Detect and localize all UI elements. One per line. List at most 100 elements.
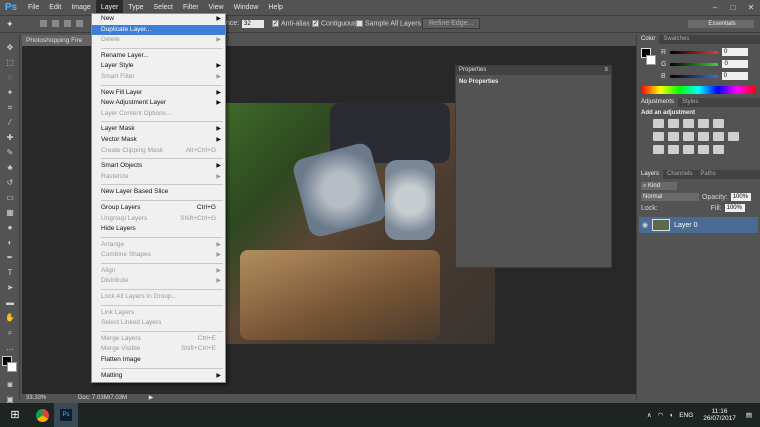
brush-tool-icon[interactable]: ✎ — [3, 146, 17, 159]
healing-tool-icon[interactable]: ✚ — [3, 131, 17, 144]
kind-filter-select[interactable]: ⌕ Kind — [641, 182, 677, 190]
black-white-icon[interactable] — [683, 132, 694, 141]
menu-item-smart-objects[interactable]: Smart Objects ▶ — [92, 161, 225, 172]
gradient-map-icon[interactable] — [698, 145, 709, 154]
menu-item-new[interactable]: New ▶ — [92, 14, 225, 25]
menu-item-new-layer-based-slice[interactable]: New Layer Based Slice — [92, 187, 225, 198]
layer-name[interactable]: Layer 0 — [674, 222, 697, 229]
hue-sat-icon[interactable] — [653, 132, 664, 141]
hand-tool-icon[interactable]: ✋ — [3, 311, 17, 324]
panel-menu-icon[interactable]: ≡ — [604, 66, 608, 75]
start-button[interactable]: ⊞ — [0, 403, 30, 427]
color-balance-icon[interactable] — [668, 132, 679, 141]
language-indicator[interactable]: ENG — [679, 412, 693, 419]
channel-value-input[interactable]: 0 — [721, 72, 748, 80]
sample-all-checkbox[interactable]: Sample All Layers — [356, 20, 421, 27]
channel-slider[interactable] — [669, 74, 718, 78]
magic-wand-tool-icon[interactable]: ✦ — [3, 86, 17, 99]
contiguous-checkbox[interactable]: ✓ Contiguous — [312, 20, 356, 27]
eyedropper-tool-icon[interactable]: ⁄ — [3, 116, 17, 129]
channel-slider[interactable] — [670, 50, 719, 54]
notifications-icon[interactable]: ▤ — [746, 411, 752, 419]
tab-adjustments[interactable]: Adjustments — [637, 98, 679, 107]
new-selection-icon[interactable] — [40, 20, 47, 27]
photo-filter-icon[interactable] — [698, 132, 709, 141]
tab-swatches[interactable]: Swatches — [659, 35, 693, 44]
menu-help[interactable]: Help — [264, 0, 288, 15]
color-lookup-icon[interactable] — [728, 132, 739, 141]
levels-icon[interactable] — [668, 119, 679, 128]
path-selection-tool-icon[interactable]: ➤ — [3, 281, 17, 294]
photoshop-taskbar-icon[interactable]: Ps — [54, 403, 78, 427]
invert-icon[interactable] — [653, 145, 664, 154]
channel-mixer-icon[interactable] — [713, 132, 724, 141]
close-button[interactable]: ✕ — [742, 0, 760, 15]
add-selection-icon[interactable] — [52, 20, 59, 27]
color-swatches[interactable] — [2, 356, 19, 378]
move-tool-icon[interactable]: ✥ — [3, 41, 17, 54]
document-tab[interactable]: Photoshopping Fire — [22, 35, 100, 46]
menu-item-matting[interactable]: Matting ▶ — [92, 371, 225, 382]
background-color[interactable] — [7, 362, 17, 372]
menu-item-layer-mask[interactable]: Layer Mask ▶ — [92, 124, 225, 135]
menu-item-vector-mask[interactable]: Vector Mask ▶ — [92, 135, 225, 146]
layer-row[interactable]: ◉ Layer 0 — [639, 217, 758, 233]
threshold-icon[interactable] — [683, 145, 694, 154]
quick-mask-icon[interactable]: ◙ — [3, 378, 17, 391]
marquee-tool-icon[interactable]: ⬚ — [3, 56, 17, 69]
curves-icon[interactable] — [683, 119, 694, 128]
channel-value-input[interactable]: 0 — [722, 60, 749, 68]
menu-file[interactable]: File — [23, 0, 44, 15]
menu-item-new-fill-layer[interactable]: New Fill Layer ▶ — [92, 88, 225, 99]
workspace-select[interactable]: Essentials — [688, 20, 754, 28]
eraser-tool-icon[interactable]: ▭ — [3, 191, 17, 204]
color-ramp[interactable] — [641, 86, 756, 94]
tab-channels[interactable]: Channels — [663, 170, 696, 179]
channel-value-input[interactable]: 0 — [722, 48, 749, 56]
menu-item-rename-layer[interactable]: Rename Layer... — [92, 51, 225, 62]
fill-input[interactable]: 100% — [724, 204, 745, 212]
stamp-tool-icon[interactable]: ♣ — [3, 161, 17, 174]
intersect-selection-icon[interactable] — [76, 20, 83, 27]
properties-tab[interactable]: Properties ≡ — [456, 66, 611, 75]
more-tools-icon[interactable]: … — [3, 341, 17, 354]
menu-item-duplicate-layer[interactable]: Duplicate Layer... — [92, 24, 225, 36]
brightness-icon[interactable] — [653, 119, 664, 128]
menu-item-layer-style[interactable]: Layer Style ▶ — [92, 61, 225, 72]
opacity-input[interactable]: 100% — [730, 193, 751, 201]
wifi-icon[interactable]: ◠ — [658, 411, 664, 419]
dodge-tool-icon[interactable]: ◐ — [3, 236, 17, 249]
gradient-tool-icon[interactable]: ▦ — [3, 206, 17, 219]
tab-styles[interactable]: Styles — [678, 98, 702, 107]
menu-item-new-adjustment-layer[interactable]: New Adjustment Layer ▶ — [92, 98, 225, 109]
maximize-button[interactable]: □ — [724, 0, 742, 15]
magic-wand-icon[interactable]: ✦ — [6, 19, 14, 30]
menu-window[interactable]: Window — [229, 0, 264, 15]
bg-color-swatch[interactable] — [646, 55, 656, 65]
anti-alias-checkbox[interactable]: ✓ Anti-alias — [272, 20, 310, 27]
pen-tool-icon[interactable]: ✒ — [3, 251, 17, 264]
tray-chevron-icon[interactable]: ∧ — [647, 411, 652, 419]
tab-paths[interactable]: Paths — [696, 170, 719, 179]
type-tool-icon[interactable]: T — [3, 266, 17, 279]
tab-color[interactable]: Color — [637, 35, 660, 44]
zoom-level[interactable]: 33.33% — [22, 395, 46, 401]
volume-icon[interactable]: ◖ — [669, 412, 673, 419]
shape-tool-icon[interactable]: ▬ — [3, 296, 17, 309]
menu-item-hide-layers[interactable]: Hide Layers — [92, 224, 225, 235]
clock[interactable]: 11:16 26/07/2017 — [703, 408, 736, 422]
history-brush-tool-icon[interactable]: ↺ — [3, 176, 17, 189]
blend-mode-select[interactable]: Normal — [641, 193, 699, 201]
selective-color-icon[interactable] — [713, 145, 724, 154]
minimize-button[interactable]: – — [706, 0, 724, 15]
crop-tool-icon[interactable]: ⌗ — [3, 101, 17, 114]
menu-item-group-layers[interactable]: Group Layers Ctrl+G — [92, 203, 225, 214]
lasso-tool-icon[interactable]: ◌ — [3, 71, 17, 84]
menu-edit[interactable]: Edit — [44, 0, 66, 15]
vibrance-icon[interactable] — [713, 119, 724, 128]
chrome-icon[interactable] — [30, 403, 54, 427]
exposure-icon[interactable] — [698, 119, 709, 128]
zoom-tool-icon[interactable]: ⌕ — [3, 326, 17, 339]
menu-item-flatten-image[interactable]: Flatten Image — [92, 355, 225, 366]
tab-layers[interactable]: Layers — [637, 170, 664, 179]
